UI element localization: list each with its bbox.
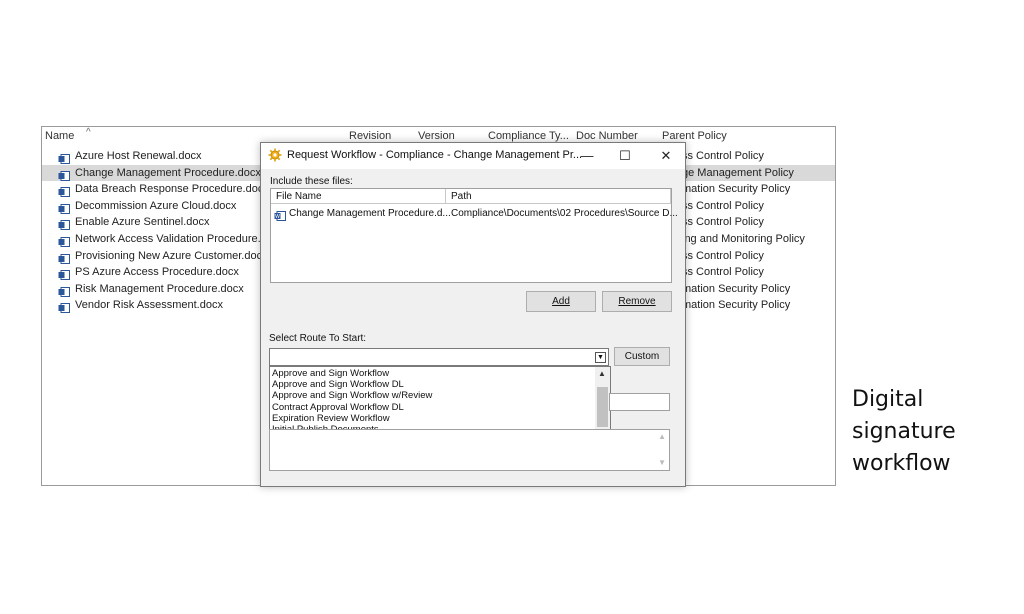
scrollbar-thumb[interactable] bbox=[597, 387, 608, 427]
file-parent-policy: ss Control Policy bbox=[682, 199, 764, 212]
column-header-compliance-type[interactable]: Compliance Ty... bbox=[488, 130, 569, 142]
route-option[interactable]: Contract Approval Workflow DL bbox=[272, 402, 404, 413]
word-doc-icon bbox=[58, 201, 70, 214]
word-doc-icon bbox=[58, 184, 70, 198]
include-files-label: Include these files: bbox=[270, 176, 353, 187]
word-doc-icon bbox=[58, 251, 70, 264]
file-name: Risk Management Procedure.docx bbox=[75, 282, 244, 295]
file-name: PS Azure Access Procedure.docx bbox=[75, 266, 239, 279]
add-button-label: Add bbox=[552, 296, 570, 307]
file-name: Change Management Procedure.docx bbox=[75, 166, 261, 179]
column-header-revision[interactable]: Revision bbox=[349, 130, 391, 142]
file-name: Azure Host Renewal.docx bbox=[75, 150, 202, 162]
remove-button-label: Remove bbox=[618, 296, 656, 307]
file-parent-policy: ge Management Policy bbox=[682, 166, 794, 179]
scroll-up-arrow-icon[interactable]: ▲ bbox=[598, 369, 606, 378]
slide-caption: Digital signature workflow bbox=[852, 384, 956, 480]
file-name: Network Access Validation Procedure.do bbox=[75, 233, 273, 245]
chevron-down-icon[interactable]: ▼ bbox=[595, 352, 606, 363]
caption-line: workflow bbox=[852, 451, 951, 476]
file-parent-policy: mation Security Policy bbox=[682, 183, 791, 196]
word-doc-icon bbox=[58, 217, 70, 231]
word-doc-icon: W bbox=[274, 208, 286, 221]
list-row-path[interactable]: Compliance\Documents\02 Procedures\Sourc… bbox=[451, 208, 678, 219]
caption-line: Digital bbox=[852, 387, 924, 412]
hidden-text-field[interactable] bbox=[609, 393, 670, 411]
column-header-doc-number[interactable]: Doc Number bbox=[576, 130, 638, 142]
comments-textarea[interactable]: ▲ ▼ bbox=[269, 429, 670, 471]
minimize-button[interactable]: — bbox=[569, 143, 605, 169]
scroll-up-arrow-icon: ▲ bbox=[658, 432, 666, 441]
column-header-name[interactable]: Name bbox=[45, 130, 74, 142]
file-parent-policy: mation Security Policy bbox=[682, 299, 791, 312]
file-name: Provisioning New Azure Customer.docx bbox=[75, 249, 268, 262]
column-header-version[interactable]: Version bbox=[418, 130, 455, 142]
word-doc-icon bbox=[58, 234, 70, 247]
file-parent-policy: ss Control Policy bbox=[682, 266, 764, 279]
file-name: Data Breach Response Procedure.docx bbox=[75, 183, 269, 196]
word-doc-icon bbox=[58, 267, 70, 281]
file-parent-policy: ss Control Policy bbox=[682, 249, 764, 262]
caption-line: signature bbox=[852, 419, 956, 444]
custom-button[interactable]: Custom bbox=[614, 347, 670, 366]
route-option[interactable]: Approve and Sign Workflow bbox=[272, 368, 389, 379]
word-doc-icon bbox=[58, 168, 70, 181]
route-option[interactable]: Approve and Sign Workflow w/Review bbox=[272, 390, 432, 401]
svg-text:W: W bbox=[275, 214, 280, 220]
column-header-parent-policy[interactable]: Parent Policy bbox=[662, 130, 727, 142]
request-workflow-dialog: Request Workflow - Compliance - Change M… bbox=[260, 142, 686, 487]
file-parent-policy: mation Security Policy bbox=[682, 282, 791, 295]
list-row-file-name[interactable]: Change Management Procedure.d... bbox=[289, 208, 451, 219]
file-parent-policy: ss Control Policy bbox=[682, 150, 764, 162]
workflow-gear-icon bbox=[268, 148, 282, 162]
route-select-label: Select Route To Start: bbox=[269, 333, 367, 344]
word-doc-icon bbox=[58, 300, 70, 314]
file-name: Vendor Risk Assessment.docx bbox=[75, 299, 223, 312]
route-option[interactable]: Approve and Sign Workflow DL bbox=[272, 379, 404, 390]
dialog-titlebar[interactable]: Request Workflow - Compliance - Change M… bbox=[261, 143, 685, 169]
included-files-list[interactable]: File Name Path W Change Management Proce… bbox=[270, 188, 678, 283]
file-name: Decommission Azure Cloud.docx bbox=[75, 199, 237, 212]
sort-ascending-icon: ^ bbox=[86, 127, 91, 138]
file-name: Enable Azure Sentinel.docx bbox=[75, 216, 210, 229]
dialog-title: Request Workflow - Compliance - Change M… bbox=[287, 149, 583, 161]
word-doc-icon bbox=[58, 284, 70, 297]
close-button[interactable]: ✕ bbox=[648, 143, 684, 169]
list-header-path[interactable]: Path bbox=[446, 189, 671, 204]
remove-button[interactable]: Remove bbox=[602, 291, 672, 312]
file-parent-policy: ing and Monitoring Policy bbox=[682, 233, 805, 245]
scroll-down-arrow-icon: ▼ bbox=[658, 458, 666, 467]
word-doc-icon bbox=[58, 151, 70, 164]
route-select-combobox[interactable]: ▼ bbox=[269, 348, 609, 366]
list-header-file-name[interactable]: File Name bbox=[271, 189, 446, 204]
route-option[interactable]: Expiration Review Workflow bbox=[272, 413, 390, 424]
maximize-button[interactable]: ☐ bbox=[607, 143, 643, 169]
file-parent-policy: ss Control Policy bbox=[682, 216, 764, 229]
add-button[interactable]: Add bbox=[526, 291, 596, 312]
